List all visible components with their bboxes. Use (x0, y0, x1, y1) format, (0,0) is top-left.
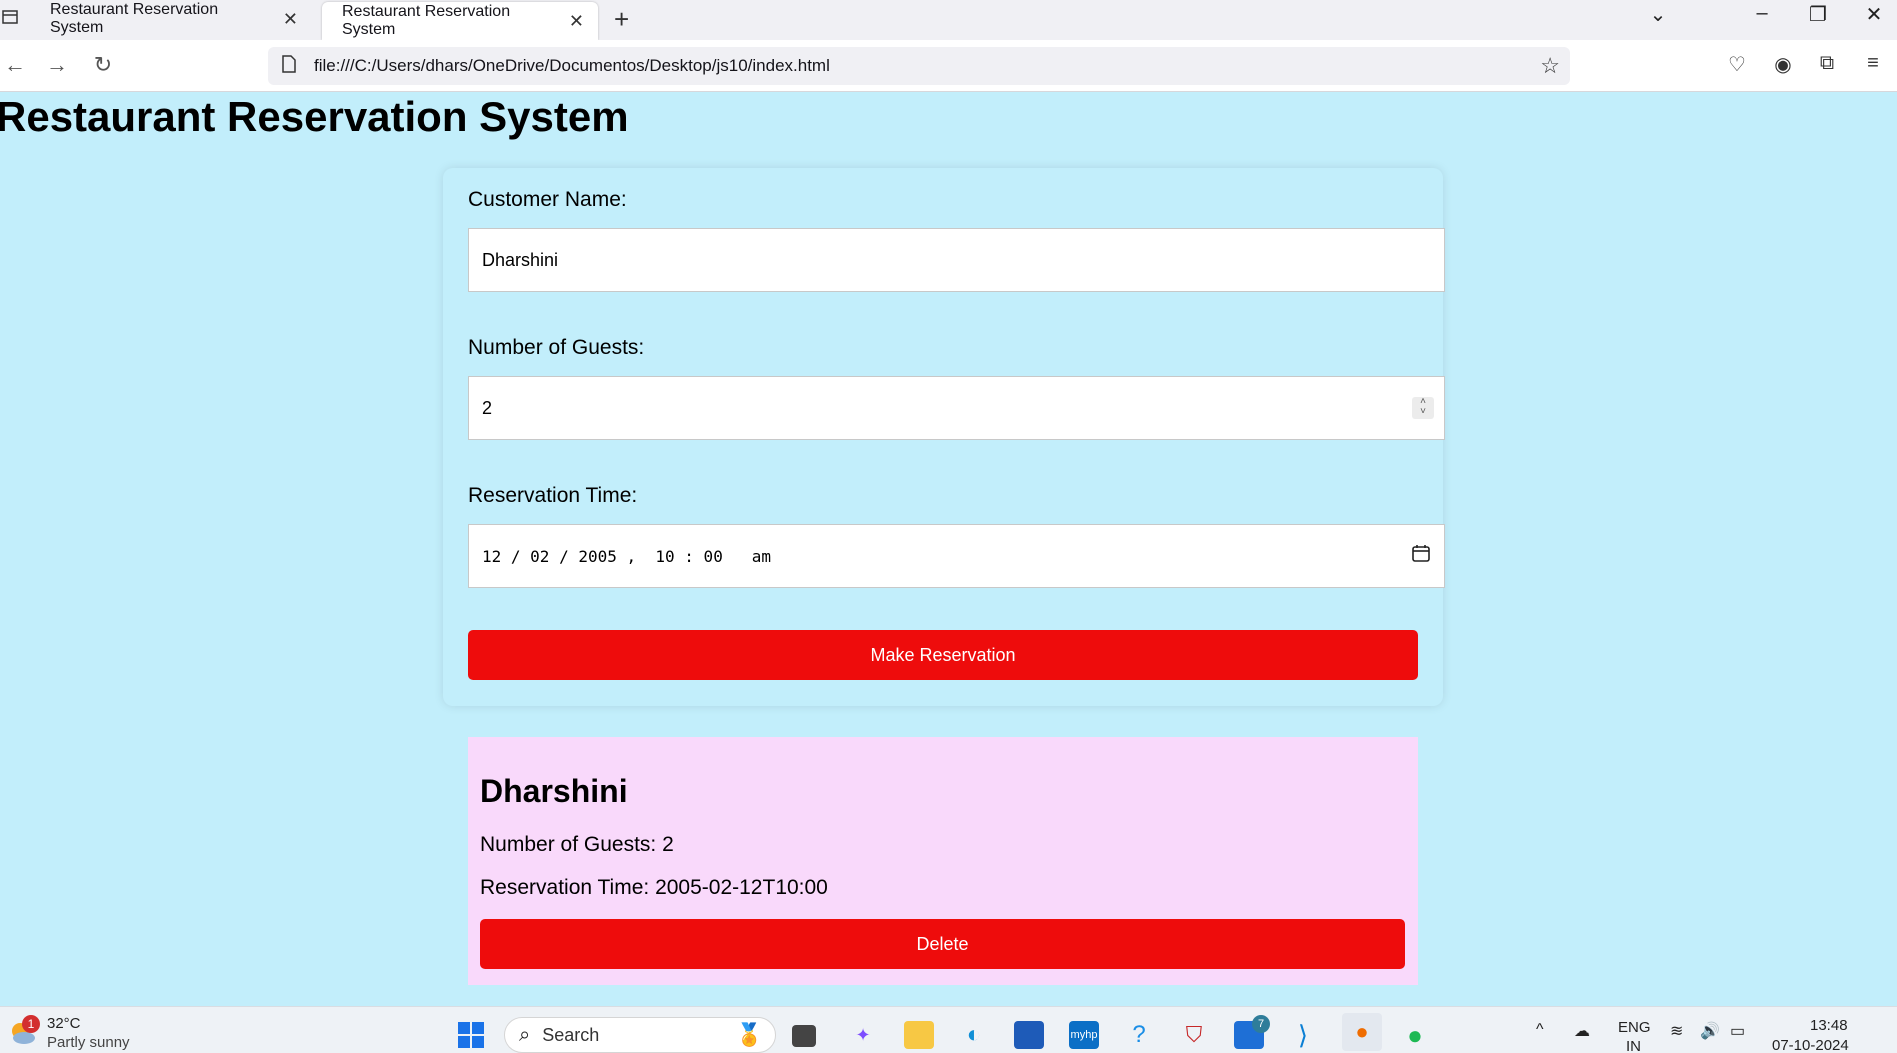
reservation-time-value: 12 / 02 / 2005 , 10 : 00 am (482, 546, 771, 566)
taskbar: 1 32°C Partly sunny ⌕ Search 🏅 ✦ ◐ myhp … (0, 1006, 1897, 1053)
number-spinner-icon[interactable]: ˄ ˅ (1412, 397, 1434, 419)
account-icon[interactable]: ◉ (1768, 52, 1798, 77)
weather-badge: 1 (22, 1015, 40, 1033)
firefox-icon[interactable]: ● (1342, 1013, 1382, 1051)
copilot-icon[interactable]: ✦ (848, 1021, 878, 1049)
language-region[interactable]: IN (1626, 1038, 1641, 1053)
volume-icon[interactable]: 🔊 (1700, 1021, 1720, 1041)
restore-icon[interactable]: ❐ (1798, 2, 1838, 27)
reservation-customer-name: Dharshini (480, 773, 628, 809)
temperature[interactable]: 32°C (47, 1015, 81, 1032)
guests-input[interactable]: 2 ˄ ˅ (468, 376, 1445, 440)
menu-icon[interactable]: ≡ (1858, 52, 1888, 75)
customer-name-label: Customer Name: (468, 188, 627, 211)
tab-list-icon[interactable] (2, 8, 22, 28)
tab-active[interactable]: Restaurant Reservation System ✕ (322, 2, 598, 40)
reload-icon[interactable]: ↻ (88, 52, 118, 78)
reservation-time-label: Reservation Time: (468, 484, 638, 507)
forward-icon[interactable]: → (42, 52, 72, 78)
clock-time[interactable]: 13:48 (1810, 1017, 1848, 1034)
mcafee-icon[interactable]: ⛉ (1179, 1021, 1209, 1049)
myhp-icon[interactable]: myhp (1069, 1021, 1099, 1049)
delete-button[interactable]: Delete (480, 919, 1405, 969)
new-tab-icon[interactable]: + (614, 4, 629, 35)
reservation-card: Dharshini Number of Guests: 2 Reservatio… (468, 737, 1418, 985)
list-all-tabs-icon[interactable]: ⌄ (1638, 2, 1678, 27)
search-highlight-icon: 🏅 (735, 1022, 763, 1047)
weather-condition[interactable]: Partly sunny (47, 1034, 130, 1051)
url-text[interactable]: file:///C:/Users/dhars/OneDrive/Document… (314, 56, 830, 76)
app-badge: 7 (1252, 1015, 1270, 1033)
search-icon: ⌕ (519, 1023, 531, 1046)
back-icon[interactable]: ← (0, 52, 30, 78)
onedrive-icon[interactable]: ☁ (1574, 1021, 1590, 1041)
navigation-toolbar: ← → ↻ file:///C:/Users/dhars/OneDrive/Do… (0, 40, 1897, 92)
start-icon[interactable] (456, 1021, 486, 1049)
help-icon[interactable]: ? (1124, 1021, 1154, 1049)
close-tab-icon[interactable]: ✕ (283, 9, 298, 30)
task-view-icon[interactable] (792, 1025, 816, 1047)
close-window-icon[interactable]: ✕ (1854, 2, 1894, 27)
tab-title: Restaurant Reservation System (342, 3, 511, 38)
spotify-icon[interactable]: ● (1400, 1021, 1430, 1049)
pocket-icon[interactable]: ♡ (1722, 52, 1752, 77)
page-content: Restaurant Reservation System Customer N… (0, 93, 1897, 1006)
store-icon[interactable] (1014, 1021, 1044, 1049)
browser-tab-bar: Restaurant Reservation System ✕ Restaura… (0, 0, 1897, 40)
tab-inactive[interactable]: Restaurant Reservation System ✕ (30, 0, 312, 38)
edge-icon[interactable]: ◐ (959, 1021, 989, 1049)
close-tab-icon[interactable]: ✕ (569, 11, 584, 32)
vscode-icon[interactable]: ⟩ (1288, 1021, 1318, 1049)
reservation-guests: Number of Guests: 2 (480, 833, 674, 856)
show-hidden-icons-icon[interactable]: ^ (1536, 1021, 1544, 1039)
battery-icon[interactable]: ▭ (1730, 1021, 1745, 1041)
extensions-icon[interactable]: ⧉ (1812, 52, 1842, 75)
language-indicator[interactable]: ENG (1618, 1019, 1651, 1036)
reservation-time-input[interactable]: 12 / 02 / 2005 , 10 : 00 am (468, 524, 1445, 588)
page-icon (282, 54, 302, 78)
page-title: Restaurant Reservation System (0, 93, 629, 140)
bookmark-star-icon[interactable]: ☆ (1540, 53, 1560, 79)
taskbar-search[interactable]: ⌕ Search 🏅 (504, 1017, 776, 1053)
reservation-time: Reservation Time: 2005-02-12T10:00 (480, 876, 828, 899)
clock-date[interactable]: 07-10-2024 (1772, 1037, 1849, 1053)
url-bar[interactable]: file:///C:/Users/dhars/OneDrive/Document… (268, 47, 1570, 85)
guests-label: Number of Guests: (468, 336, 645, 359)
customer-name-input[interactable]: Dharshini (468, 228, 1445, 292)
minimize-icon[interactable]: – (1742, 2, 1782, 25)
file-explorer-icon[interactable] (904, 1021, 934, 1049)
guests-value: 2 (482, 397, 493, 418)
tab-title: Restaurant Reservation System (50, 1, 219, 36)
reservation-form: Customer Name: Dharshini Number of Guest… (443, 168, 1445, 706)
wifi-icon[interactable]: ≋ (1670, 1021, 1683, 1041)
search-placeholder: Search (542, 1024, 600, 1045)
calendar-icon[interactable] (1412, 544, 1430, 568)
make-reservation-button[interactable]: Make Reservation (468, 630, 1418, 680)
customer-name-value: Dharshini (482, 249, 559, 270)
